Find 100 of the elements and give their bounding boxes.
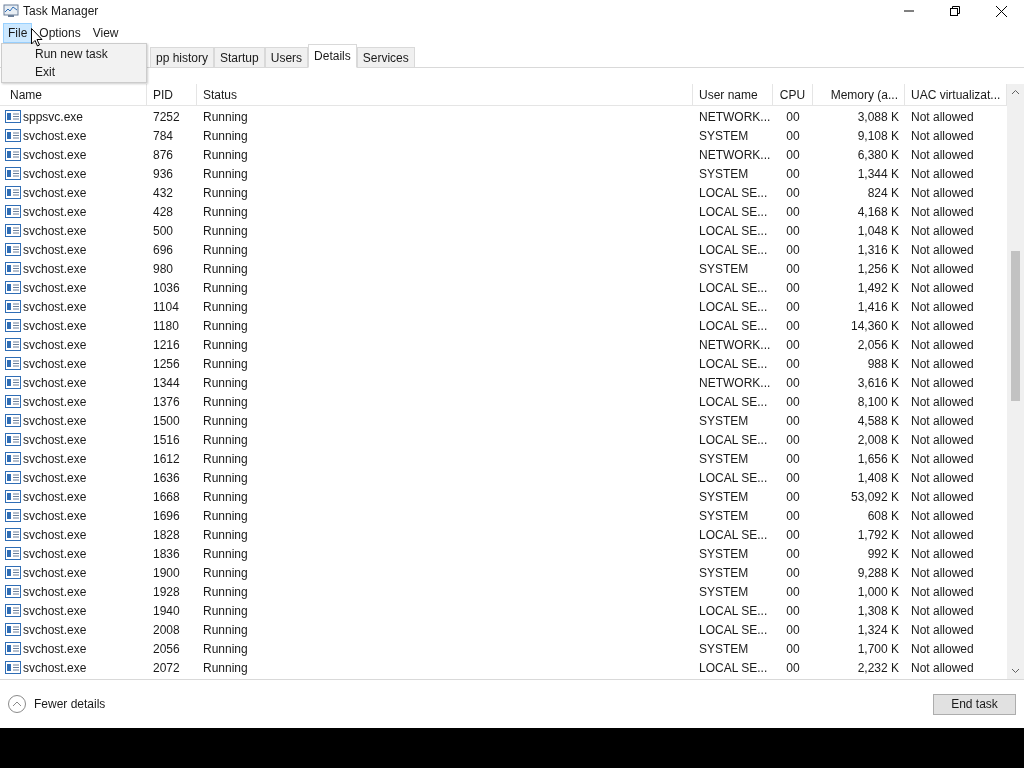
tab[interactable]: Users — [264, 47, 309, 68]
fewer-details-link[interactable]: Fewer details — [34, 695, 106, 713]
uac-cell: Not allowed — [911, 223, 974, 238]
menu-entry[interactable]: Run new task — [2, 45, 146, 63]
memory-cell: 608 K — [867, 508, 899, 523]
uac-cell: Not allowed — [911, 318, 974, 333]
process-icon — [5, 262, 21, 275]
uac-cell: Not allowed — [911, 166, 974, 181]
process-icon — [5, 566, 21, 579]
memory-cell: 6,380 K — [857, 147, 899, 162]
user-name-cell: SYSTEM — [699, 546, 749, 561]
user-name-cell: LOCAL SE... — [699, 356, 768, 371]
status-cell: Running — [203, 641, 248, 656]
process-name: svchost.exe — [23, 203, 87, 221]
uac-cell: Not allowed — [911, 470, 974, 485]
status-cell: Running — [203, 622, 248, 637]
process-name: svchost.exe — [23, 412, 87, 430]
uac-cell: Not allowed — [911, 413, 974, 428]
column-header[interactable]: User name — [693, 83, 773, 106]
process-name: svchost.exe — [23, 602, 87, 620]
user-name-cell: SYSTEM — [699, 565, 749, 580]
scrollbar[interactable] — [1007, 84, 1024, 679]
user-name-cell: SYSTEM — [699, 451, 749, 466]
process-icon — [5, 338, 21, 351]
process-icon — [5, 528, 21, 541]
cpu-cell: 00 — [786, 128, 800, 143]
tab[interactable]: Startup — [214, 47, 265, 68]
memory-cell: 3,616 K — [857, 375, 899, 390]
process-icon — [5, 129, 21, 142]
menu-item[interactable]: File — [3, 23, 33, 43]
cpu-cell: 00 — [786, 166, 800, 181]
cpu-cell: 00 — [786, 660, 800, 675]
process-name: svchost.exe — [23, 640, 87, 658]
memory-cell: 1,000 K — [857, 584, 899, 599]
column-header[interactable]: PID — [147, 83, 197, 106]
scrollbar-thumb[interactable] — [1011, 251, 1021, 401]
uac-cell: Not allowed — [911, 546, 974, 561]
memory-cell: 992 K — [867, 546, 899, 561]
end-task-button[interactable]: End task — [933, 693, 1016, 715]
process-name: svchost.exe — [23, 298, 87, 316]
menu-entry[interactable]: Exit — [2, 63, 146, 81]
memory-cell: 2,232 K — [857, 660, 899, 675]
pid-cell: 1696 — [153, 508, 180, 523]
pid-cell: 2008 — [153, 622, 180, 637]
process-icon — [5, 243, 21, 256]
pid-cell: 1828 — [153, 527, 180, 542]
process-name: svchost.exe — [23, 488, 87, 506]
user-name-cell: LOCAL SE... — [699, 432, 768, 447]
restore-icon — [950, 6, 960, 16]
uac-cell: Not allowed — [911, 337, 974, 352]
cpu-cell: 00 — [786, 603, 800, 618]
chevron-up-icon[interactable] — [8, 695, 26, 713]
process-icon — [5, 490, 21, 503]
column-header[interactable]: Status — [197, 83, 693, 106]
cpu-cell: 00 — [786, 451, 800, 466]
status-cell: Running — [203, 128, 248, 143]
process-icon — [5, 414, 21, 427]
user-name-cell: SYSTEM — [699, 261, 749, 276]
memory-cell: 1,316 K — [857, 242, 899, 257]
user-name-cell: SYSTEM — [699, 489, 749, 504]
status-cell: Running — [203, 299, 248, 314]
status-cell: Running — [203, 109, 248, 124]
pid-cell: 2072 — [153, 660, 180, 675]
column-header[interactable]: Memory (a... — [813, 83, 905, 106]
uac-cell: Not allowed — [911, 584, 974, 599]
status-cell: Running — [203, 413, 248, 428]
pid-cell: 7252 — [153, 109, 180, 124]
process-icon — [5, 319, 21, 332]
memory-cell: 9,108 K — [857, 128, 899, 143]
user-name-cell: SYSTEM — [699, 641, 749, 656]
memory-cell: 1,416 K — [857, 299, 899, 314]
uac-cell: Not allowed — [911, 565, 974, 580]
cpu-cell: 00 — [786, 280, 800, 295]
cpu-cell: 00 — [786, 394, 800, 409]
memory-cell: 2,008 K — [857, 432, 899, 447]
process-name: svchost.exe — [23, 279, 87, 297]
pid-cell: 1104 — [153, 299, 179, 314]
status-cell: Running — [203, 527, 248, 542]
column-header[interactable]: CPU — [773, 83, 813, 106]
memory-cell: 4,168 K — [857, 204, 899, 219]
user-name-cell: SYSTEM — [699, 584, 749, 599]
process-icon — [5, 585, 21, 598]
uac-cell: Not allowed — [911, 489, 974, 504]
menu-item[interactable]: View — [87, 23, 124, 43]
memory-cell: 1,344 K — [857, 166, 899, 181]
pid-cell: 1836 — [153, 546, 180, 561]
memory-cell: 1,256 K — [857, 261, 899, 276]
tab[interactable]: Services — [356, 47, 415, 68]
status-cell: Running — [203, 318, 248, 333]
user-name-cell: LOCAL SE... — [699, 660, 768, 675]
process-icon — [5, 395, 21, 408]
pid-cell: 1344 — [153, 375, 180, 390]
user-name-cell: LOCAL SE... — [699, 280, 768, 295]
process-icon — [5, 148, 21, 161]
user-name-cell: LOCAL SE... — [699, 394, 768, 409]
user-name-cell: LOCAL SE... — [699, 299, 768, 314]
status-cell: Running — [203, 660, 248, 675]
tab[interactable]: Details — [308, 44, 357, 68]
tab[interactable]: pp history — [150, 47, 215, 68]
user-name-cell: LOCAL SE... — [699, 185, 768, 200]
